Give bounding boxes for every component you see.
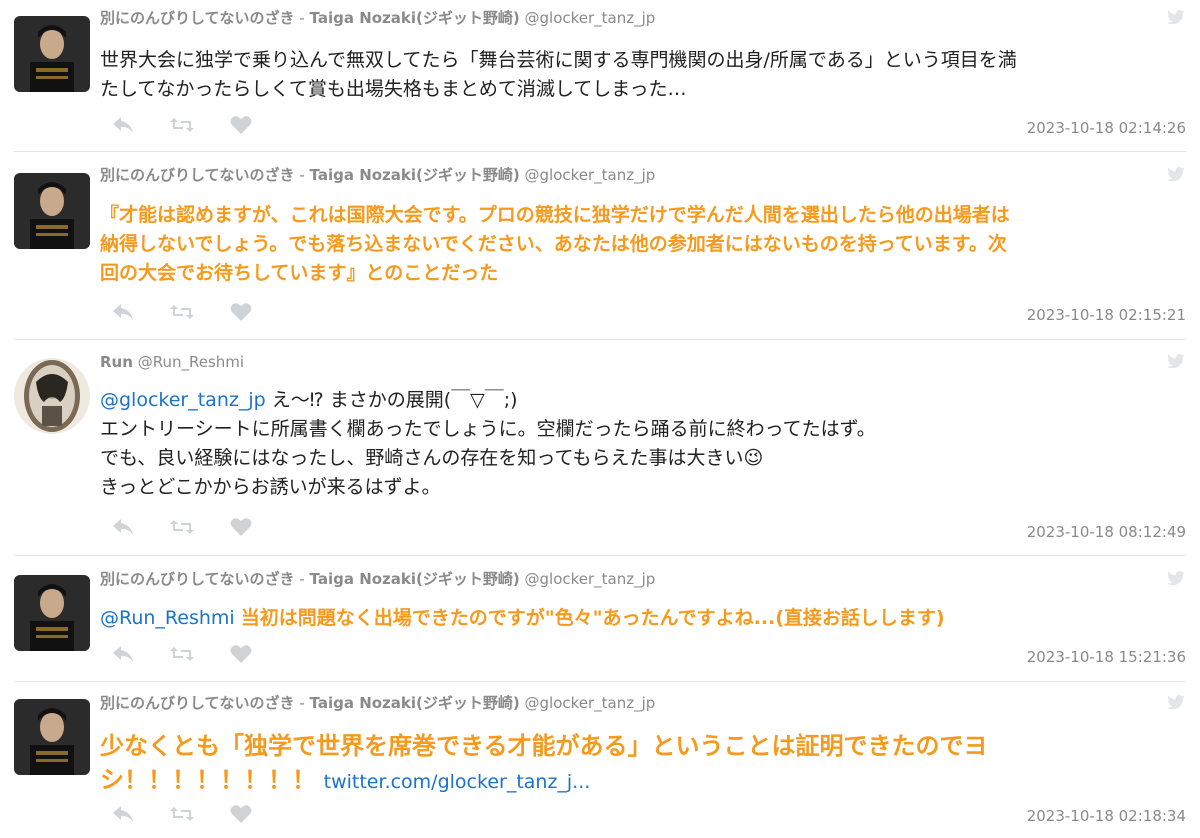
reply-icon[interactable] <box>112 805 134 823</box>
tweet-text: 世界大会に独学で乗り込んで無双してたら「舞台芸術に関する専門機関の出身/所属であ… <box>100 46 1190 104</box>
tweet-actions <box>112 301 282 321</box>
tweet-text-line: @Run_Reshmi 当初は問題なく出場できたのですが"色々"あったんですよね… <box>100 604 1190 633</box>
real-name[interactable]: Taiga Nozaki(ジギット野崎) <box>310 9 520 27</box>
tweet-header: 別にのんびりしてないのざき - Taiga Nozaki(ジギット野崎) @gl… <box>100 165 655 185</box>
avatar[interactable] <box>14 173 90 249</box>
handle[interactable]: @glocker_tanz_jp <box>525 570 656 588</box>
twitter-bird-icon[interactable] <box>1166 167 1186 183</box>
display-name[interactable]: Run <box>100 353 133 371</box>
reply-icon[interactable] <box>112 645 134 663</box>
tweet-header: 別にのんびりしてないのざき - Taiga Nozaki(ジギット野崎) @gl… <box>100 8 655 28</box>
tweet-header: 別にのんびりしてないのざき - Taiga Nozaki(ジギット野崎) @gl… <box>100 569 655 589</box>
mention-link[interactable]: @Run_Reshmi <box>100 607 235 629</box>
tweet-text-line: 世界大会に独学で乗り込んで無双してたら「舞台芸術に関する専門機関の出身/所属であ… <box>100 49 1017 71</box>
twitter-bird-icon[interactable] <box>1166 10 1186 26</box>
timestamp[interactable]: 2023-10-18 08:12:49 <box>1027 522 1186 542</box>
tweet-text: @glocker_tanz_jp え〜⁉︎ まさかの展開(￣▽￣;) エントリー… <box>100 386 1190 502</box>
real-name[interactable]: Taiga Nozaki(ジギット野崎) <box>310 166 520 184</box>
display-name[interactable]: 別にのんびりしてないのざき <box>100 166 295 184</box>
heart-icon[interactable] <box>230 302 252 322</box>
real-name[interactable]: Taiga Nozaki(ジギット野崎) <box>310 570 520 588</box>
tweet-text-fragment: シ！！！！！！！！ <box>100 766 316 794</box>
avatar[interactable] <box>14 358 90 434</box>
display-name[interactable]: 別にのんびりしてないのざき <box>100 9 295 27</box>
timestamp[interactable]: 2023-10-18 02:14:26 <box>1027 118 1186 138</box>
retweet-icon[interactable] <box>169 805 195 823</box>
timestamp[interactable]: 2023-10-18 02:18:34 <box>1027 806 1186 826</box>
name-separator: - <box>299 694 305 712</box>
tweet-text-line: @glocker_tanz_jp え〜⁉︎ まさかの展開(￣▽￣;) <box>100 386 1190 415</box>
tweet-actions <box>112 643 282 663</box>
tweet-text: 少なくとも「独学で世界を席巻できる才能がある」ということは証明できたのでヨ シ！… <box>100 729 1190 799</box>
divider <box>14 681 1186 682</box>
tweet-actions <box>112 516 282 536</box>
divider <box>14 339 1186 340</box>
tweet-text: @Run_Reshmi 当初は問題なく出場できたのですが"色々"あったんですよね… <box>100 604 1190 633</box>
tweet-text-line: でも、良い経験にはなったし、野崎さんの存在を知ってもらえた事は大きい😉 <box>100 447 764 469</box>
reply-icon[interactable] <box>112 303 134 321</box>
avatar[interactable] <box>14 16 90 92</box>
real-name[interactable]: Taiga Nozaki(ジギット野崎) <box>310 694 520 712</box>
tweet-text-line: エントリーシートに所属書く欄あったでしょうに。空欄だったら踊る前に終わってたはず… <box>100 418 876 440</box>
divider <box>14 151 1186 152</box>
tweet-text-line: 納得しないでしょう。でも落ち込まないでください、あなたは他の参加者にはないものを… <box>100 233 1007 255</box>
tweet-header: Run @Run_Reshmi <box>100 352 244 372</box>
retweet-icon[interactable] <box>169 303 195 321</box>
avatar[interactable] <box>14 699 90 775</box>
divider <box>14 555 1186 556</box>
avatar[interactable] <box>14 575 90 651</box>
handle[interactable]: @glocker_tanz_jp <box>525 166 656 184</box>
heart-icon[interactable] <box>230 115 252 135</box>
mention-link[interactable]: @glocker_tanz_jp <box>100 389 266 411</box>
tweet-text-line: シ！！！！！！！！ twitter.com/glocker_tanz_j... <box>100 763 1190 799</box>
retweet-icon[interactable] <box>169 116 195 134</box>
handle[interactable]: @Run_Reshmi <box>138 353 244 371</box>
tweet-text-line: 回の大会でお待ちしています』とのことだった <box>100 262 499 284</box>
heart-icon[interactable] <box>230 644 252 664</box>
tweet-header: 別にのんびりしてないのざき - Taiga Nozaki(ジギット野崎) @gl… <box>100 693 655 713</box>
name-separator: - <box>299 570 305 588</box>
heart-icon[interactable] <box>230 517 252 537</box>
display-name[interactable]: 別にのんびりしてないのざき <box>100 570 295 588</box>
display-name[interactable]: 別にのんびりしてないのざき <box>100 694 295 712</box>
name-separator: - <box>299 9 305 27</box>
tweet-text-fragment: え〜⁉︎ まさかの展開(￣▽￣;) <box>265 389 518 411</box>
handle[interactable]: @glocker_tanz_jp <box>525 694 656 712</box>
tweet-link[interactable]: twitter.com/glocker_tanz_j... <box>324 771 591 793</box>
reply-icon[interactable] <box>112 116 134 134</box>
reply-icon[interactable] <box>112 518 134 536</box>
tweet-text-line: きっとどこかからお誘いが来るはずよ。 <box>100 476 441 498</box>
name-separator: - <box>299 166 305 184</box>
tweet-text-fragment: 当初は問題なく出場できたのですが"色々"あったんですよね...(直接お話しします… <box>240 607 945 629</box>
tweet-actions <box>112 803 282 823</box>
twitter-bird-icon[interactable] <box>1166 695 1186 711</box>
retweet-icon[interactable] <box>169 645 195 663</box>
tweet-text: 『才能は認めますが、これは国際大会です。プロの競技に独学だけで学んだ人間を選出し… <box>100 201 1190 288</box>
tweet-actions <box>112 114 282 134</box>
twitter-bird-icon[interactable] <box>1166 571 1186 587</box>
twitter-bird-icon[interactable] <box>1166 354 1186 370</box>
timestamp[interactable]: 2023-10-18 02:15:21 <box>1027 305 1186 325</box>
heart-icon[interactable] <box>230 804 252 824</box>
retweet-icon[interactable] <box>169 518 195 536</box>
timestamp[interactable]: 2023-10-18 15:21:36 <box>1027 647 1186 667</box>
tweet-text-line: 『才能は認めますが、これは国際大会です。プロの競技に独学だけで学んだ人間を選出し… <box>100 204 1010 226</box>
tweet-text-line: 少なくとも「独学で世界を席巻できる才能がある」ということは証明できたのでヨ <box>100 732 988 760</box>
handle[interactable]: @glocker_tanz_jp <box>525 9 656 27</box>
tweet-text-line: たしてなかったらしくて賞も出場失格もまとめて消滅してしまった… <box>100 78 687 100</box>
